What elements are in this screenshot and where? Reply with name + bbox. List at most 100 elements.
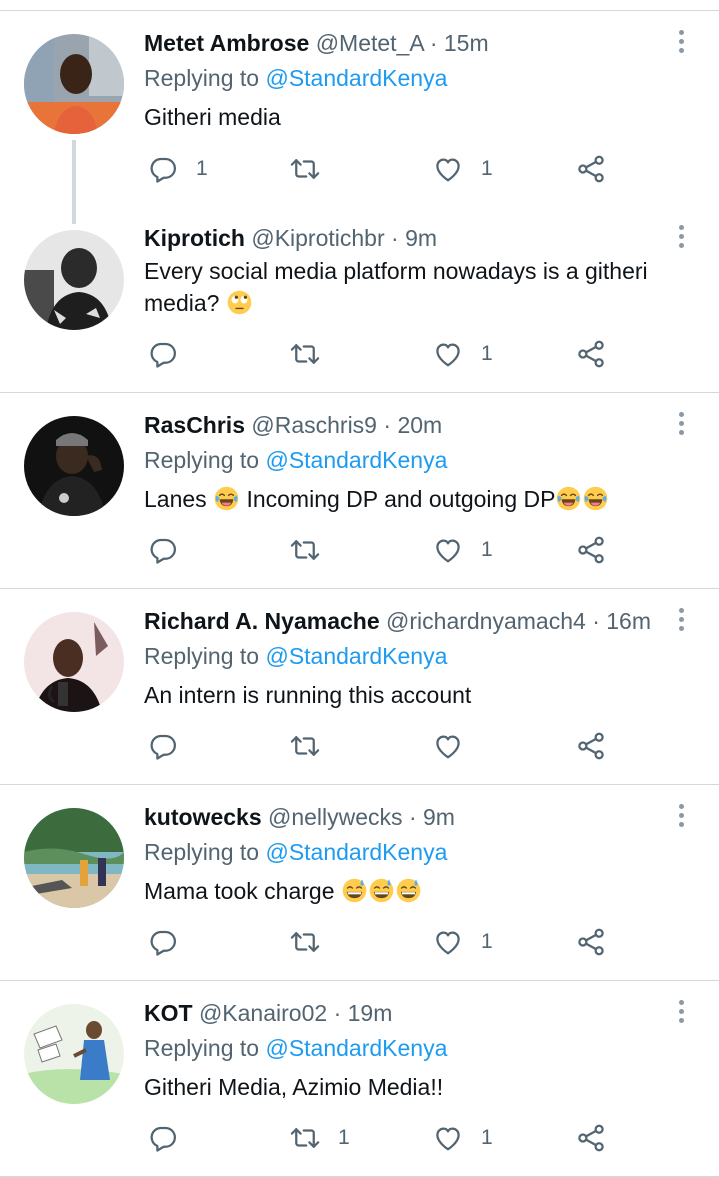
share-button[interactable] bbox=[576, 730, 606, 762]
separator-dot: · bbox=[383, 412, 392, 438]
share-button[interactable] bbox=[576, 926, 606, 958]
reply-icon bbox=[148, 731, 178, 761]
author-handle[interactable]: @Kanairo02 bbox=[199, 1000, 327, 1026]
author-name[interactable]: kutowecks bbox=[144, 804, 262, 830]
tweet-text: Lanes Incoming DP and outgoing DP bbox=[144, 483, 684, 515]
author-name[interactable]: RasChris bbox=[144, 412, 245, 438]
more-vertical-icon[interactable] bbox=[668, 606, 696, 634]
avatar[interactable] bbox=[24, 34, 124, 134]
heart-icon bbox=[433, 339, 463, 369]
share-button[interactable] bbox=[576, 534, 606, 566]
tweet-item[interactable]: RasChris @Raschris9 · 20m Replying to @S… bbox=[0, 393, 719, 589]
author-handle[interactable]: @Metet_A bbox=[316, 30, 424, 56]
replying-mention[interactable]: @StandardKenya bbox=[265, 839, 447, 865]
retweet-icon bbox=[290, 1123, 320, 1153]
author-name[interactable]: Metet Ambrose bbox=[144, 30, 309, 56]
tweet-time[interactable]: 9m bbox=[423, 804, 455, 830]
like-count: 1 bbox=[481, 930, 493, 953]
author-name[interactable]: Richard A. Nyamache bbox=[144, 608, 380, 634]
tweet-text: Githeri Media, Azimio Media!! bbox=[144, 1074, 444, 1100]
retweet-icon bbox=[290, 927, 320, 957]
share-icon bbox=[576, 1123, 606, 1153]
replying-label: Replying to bbox=[144, 447, 260, 473]
retweet-button[interactable] bbox=[290, 730, 320, 762]
tweet-item[interactable]: KOT @Kanairo02 · 19m Replying to @Standa… bbox=[0, 981, 719, 1177]
more-vertical-icon[interactable] bbox=[668, 998, 696, 1026]
share-button[interactable] bbox=[576, 153, 606, 185]
like-button[interactable]: 1 bbox=[433, 534, 493, 566]
share-icon bbox=[576, 154, 606, 184]
share-button[interactable] bbox=[576, 338, 606, 370]
replying-mention[interactable]: @StandardKenya bbox=[265, 65, 447, 91]
tweet-time[interactable]: 15m bbox=[444, 30, 489, 56]
replying-to: Replying to @StandardKenya bbox=[144, 837, 447, 867]
author-handle[interactable]: @nellywecks bbox=[268, 804, 403, 830]
replying-mention[interactable]: @StandardKenya bbox=[265, 643, 447, 669]
replying-mention[interactable]: @StandardKenya bbox=[265, 1035, 447, 1061]
share-icon bbox=[576, 927, 606, 957]
retweet-button[interactable] bbox=[290, 926, 320, 958]
more-vertical-icon[interactable] bbox=[668, 28, 696, 56]
share-icon bbox=[576, 339, 606, 369]
tweet-text: An intern is running this account bbox=[144, 682, 472, 708]
retweet-button[interactable]: 1 bbox=[290, 1122, 350, 1154]
avatar[interactable] bbox=[24, 808, 124, 908]
author-handle[interactable]: @Kiprotichbr bbox=[251, 225, 384, 251]
avatar[interactable] bbox=[24, 1004, 124, 1104]
heart-icon bbox=[433, 154, 463, 184]
more-vertical-icon[interactable] bbox=[668, 410, 696, 438]
replying-to: Replying to @StandardKenya bbox=[144, 1033, 447, 1063]
retweet-icon bbox=[290, 535, 320, 565]
replying-label: Replying to bbox=[144, 839, 260, 865]
avatar[interactable] bbox=[24, 416, 124, 516]
like-button[interactable] bbox=[433, 730, 463, 762]
tweet-text-content: Mama took charge bbox=[144, 878, 335, 904]
grinning-face-with-sweat-emoji bbox=[342, 878, 367, 903]
tweet-time[interactable]: 19m bbox=[348, 1000, 393, 1026]
share-icon bbox=[576, 731, 606, 761]
reply-button[interactable] bbox=[148, 338, 178, 370]
tweet-time[interactable]: 20m bbox=[397, 412, 442, 438]
author-name[interactable]: Kiprotich bbox=[144, 225, 245, 251]
share-button[interactable] bbox=[576, 1122, 606, 1154]
like-button[interactable]: 1 bbox=[433, 926, 493, 958]
tweet-time[interactable]: 16m bbox=[606, 608, 651, 634]
replying-to: Replying to @StandardKenya bbox=[144, 445, 447, 475]
tweet-item[interactable]: Kiprotich @Kiprotichbr · 9m Every social… bbox=[0, 196, 719, 393]
reply-icon bbox=[148, 535, 178, 565]
avatar[interactable] bbox=[24, 612, 124, 712]
like-button[interactable]: 1 bbox=[433, 1122, 493, 1154]
tweet-item[interactable]: Richard A. Nyamache @richardnyamach4 · 1… bbox=[0, 589, 719, 785]
avatar[interactable] bbox=[24, 230, 124, 330]
reply-button[interactable]: 1 bbox=[148, 153, 208, 185]
heart-icon bbox=[433, 731, 463, 761]
replying-mention[interactable]: @StandardKenya bbox=[265, 447, 447, 473]
separator-dot: · bbox=[429, 30, 438, 56]
retweet-button[interactable] bbox=[290, 338, 320, 370]
more-vertical-icon[interactable] bbox=[668, 802, 696, 830]
author-name[interactable]: KOT bbox=[144, 1000, 193, 1026]
reply-button[interactable] bbox=[148, 1122, 178, 1154]
tweet-item[interactable]: kutowecks @nellywecks · 9m Replying to @… bbox=[0, 785, 719, 981]
face-with-tears-of-joy-emoji bbox=[583, 486, 608, 511]
author-handle[interactable]: @Raschris9 bbox=[251, 412, 377, 438]
reply-button[interactable] bbox=[148, 730, 178, 762]
tweet-item[interactable]: Metet Ambrose @Metet_A · 15m Replying to… bbox=[0, 0, 719, 196]
tweet-text: Mama took charge bbox=[144, 875, 684, 907]
reply-button[interactable] bbox=[148, 534, 178, 566]
separator-dot: · bbox=[592, 608, 600, 634]
like-button[interactable]: 1 bbox=[433, 153, 493, 185]
retweet-icon bbox=[290, 731, 320, 761]
reply-button[interactable] bbox=[148, 926, 178, 958]
retweet-icon bbox=[290, 339, 320, 369]
author-handle[interactable]: @richardnyamach4 bbox=[386, 608, 586, 634]
reply-icon bbox=[148, 339, 178, 369]
like-button[interactable]: 1 bbox=[433, 338, 493, 370]
retweet-button[interactable] bbox=[290, 534, 320, 566]
more-vertical-icon[interactable] bbox=[668, 223, 696, 251]
tweet-text: Every social media platform nowadays is … bbox=[144, 255, 664, 319]
separator-dot: · bbox=[408, 804, 417, 830]
like-count: 1 bbox=[481, 342, 493, 365]
retweet-button[interactable] bbox=[290, 153, 320, 185]
tweet-time[interactable]: 9m bbox=[405, 225, 437, 251]
